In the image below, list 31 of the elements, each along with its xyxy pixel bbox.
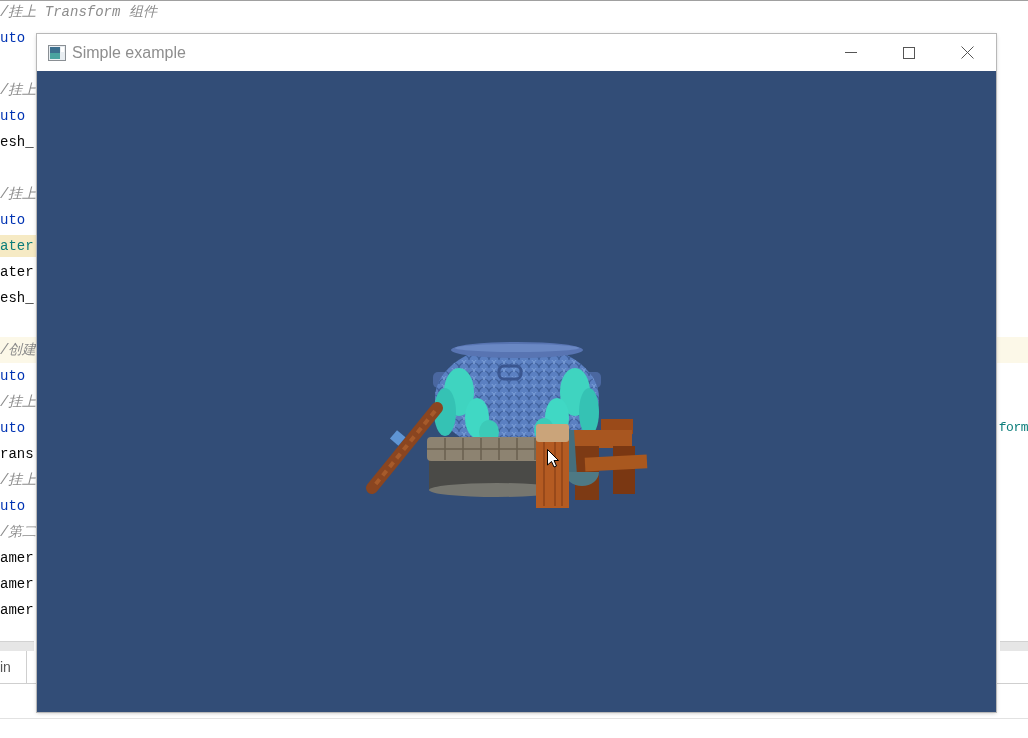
close-icon: [960, 46, 974, 59]
code-text: rans: [0, 445, 34, 464]
code-text: /创建: [0, 341, 37, 360]
code-text: amer: [0, 549, 34, 568]
code-text: esh_: [0, 289, 34, 308]
code-text: /挂上: [0, 471, 37, 490]
window-title: Simple example: [72, 43, 186, 62]
code-text: /挂上: [0, 393, 37, 412]
code-text: uto: [0, 211, 26, 230]
panel-splitter[interactable]: [1000, 641, 1028, 651]
code-text: /第二: [0, 523, 37, 542]
code-text: uto: [0, 367, 26, 386]
code-text: /挂上 Transform 组件: [0, 3, 157, 22]
app-icon: [48, 44, 66, 61]
code-text: form: [998, 419, 1028, 437]
code-text: amer: [0, 575, 34, 594]
code-text: ater: [0, 235, 37, 257]
code-text: amer: [0, 601, 34, 620]
tool-window-tab[interactable]: in: [0, 651, 27, 683]
code-text: uto: [0, 29, 26, 48]
code-text: /挂上: [0, 185, 37, 204]
panel-splitter[interactable]: [0, 641, 34, 651]
code-text: uto: [0, 497, 26, 516]
code-text: uto: [0, 107, 26, 126]
minimize-icon: [845, 52, 857, 53]
code-text: ater: [0, 263, 34, 282]
code-text: uto: [0, 419, 26, 438]
pointer-cursor-icon: [547, 449, 559, 468]
code-text: /挂上: [0, 81, 37, 100]
maximize-icon: [903, 46, 915, 59]
code-text: esh_: [0, 133, 34, 152]
